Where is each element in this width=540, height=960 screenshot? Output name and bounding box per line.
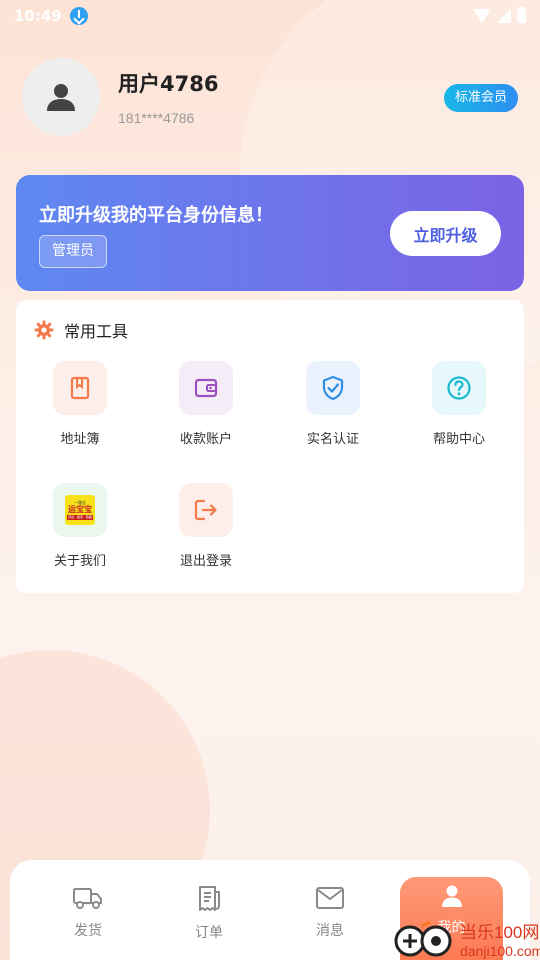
logout-icon	[194, 499, 217, 521]
tool-label: 实名认证	[306, 432, 359, 447]
user-phone: 181****4786	[118, 110, 195, 126]
nav-label: 消息	[316, 923, 344, 939]
role-tag: 管理员	[39, 235, 107, 268]
user-icon	[441, 885, 462, 907]
download-icon	[69, 7, 88, 25]
tools-title: 常用工具	[64, 322, 129, 341]
nav-item-messages[interactable]: 消息	[280, 884, 380, 940]
wallet-icon	[194, 378, 218, 398]
upgrade-banner: 立即升级我的平台身份信息！ 管理员 立即升级	[16, 175, 524, 291]
user-avatar-icon	[47, 84, 75, 111]
watermark: 当乐100网 danji100.com	[392, 918, 540, 959]
tool-help-center[interactable]: 帮助中心	[414, 361, 504, 447]
watermark-text: 当乐100网 danji100.com	[460, 918, 540, 959]
address-book-icon	[70, 376, 90, 400]
watermark-logo-icon	[392, 920, 460, 958]
user-name: 用户4786	[118, 72, 219, 96]
upgrade-button[interactable]: 立即升级	[390, 211, 501, 256]
nav-item-ship[interactable]: 发货	[38, 884, 138, 940]
profile-header[interactable]: 用户4786 181****4786	[22, 58, 218, 136]
wifi-icon	[473, 9, 491, 23]
tool-icon-box	[432, 361, 486, 415]
tool-label: 地址簿	[60, 432, 100, 447]
logo-bottom-text: 货运 · 搬家 · 跑腿	[67, 515, 93, 520]
status-time: 10:49	[14, 7, 62, 25]
battery-icon	[517, 7, 526, 23]
tool-label: 帮助中心	[432, 432, 485, 447]
tool-label: 退出登录	[179, 554, 232, 569]
tool-icon-box	[53, 361, 107, 415]
about-logo-icon: 一路全 运宝宝 货运 · 搬家 · 跑腿	[65, 495, 95, 525]
mail-icon	[316, 887, 344, 909]
tool-about-us[interactable]: 一路全 运宝宝 货运 · 搬家 · 跑腿 关于我们	[35, 483, 125, 569]
gear-icon	[34, 320, 54, 340]
nav-label: 订单	[195, 925, 223, 941]
banner-title: 立即升级我的平台身份信息！	[39, 205, 273, 226]
common-tools-card: 常用工具 地址簿 收款账户 实名认证 帮助中心 一路全 运宝宝 货运 · 搬家 …	[16, 300, 524, 593]
shield-check-icon	[322, 375, 344, 401]
receipt-icon	[199, 886, 220, 911]
watermark-url: danji100.com	[460, 943, 540, 959]
avatar[interactable]	[22, 58, 100, 136]
tool-icon-box: 一路全 运宝宝 货运 · 搬家 · 跑腿	[53, 483, 107, 537]
watermark-title: 当乐100网	[460, 923, 540, 942]
tool-payment-account[interactable]: 收款账户	[161, 361, 251, 447]
tool-icon-box	[179, 483, 233, 537]
status-bar: 10:49	[0, 0, 540, 32]
nav-label: 发货	[74, 923, 102, 939]
logo-main-text: 运宝宝	[68, 505, 92, 514]
tool-icon-box	[306, 361, 360, 415]
tool-real-name-auth[interactable]: 实名认证	[288, 361, 378, 447]
member-level-badge[interactable]: 标准会员	[443, 84, 518, 112]
tool-logout[interactable]: 退出登录	[161, 483, 251, 569]
truck-icon	[73, 888, 102, 909]
signal-icon	[497, 9, 511, 23]
nav-item-orders[interactable]: 订单	[159, 884, 259, 942]
tool-address-book[interactable]: 地址簿	[35, 361, 125, 447]
help-icon	[447, 376, 471, 400]
tool-label: 关于我们	[53, 554, 106, 569]
tool-label: 收款账户	[179, 432, 232, 447]
tool-icon-box	[179, 361, 233, 415]
